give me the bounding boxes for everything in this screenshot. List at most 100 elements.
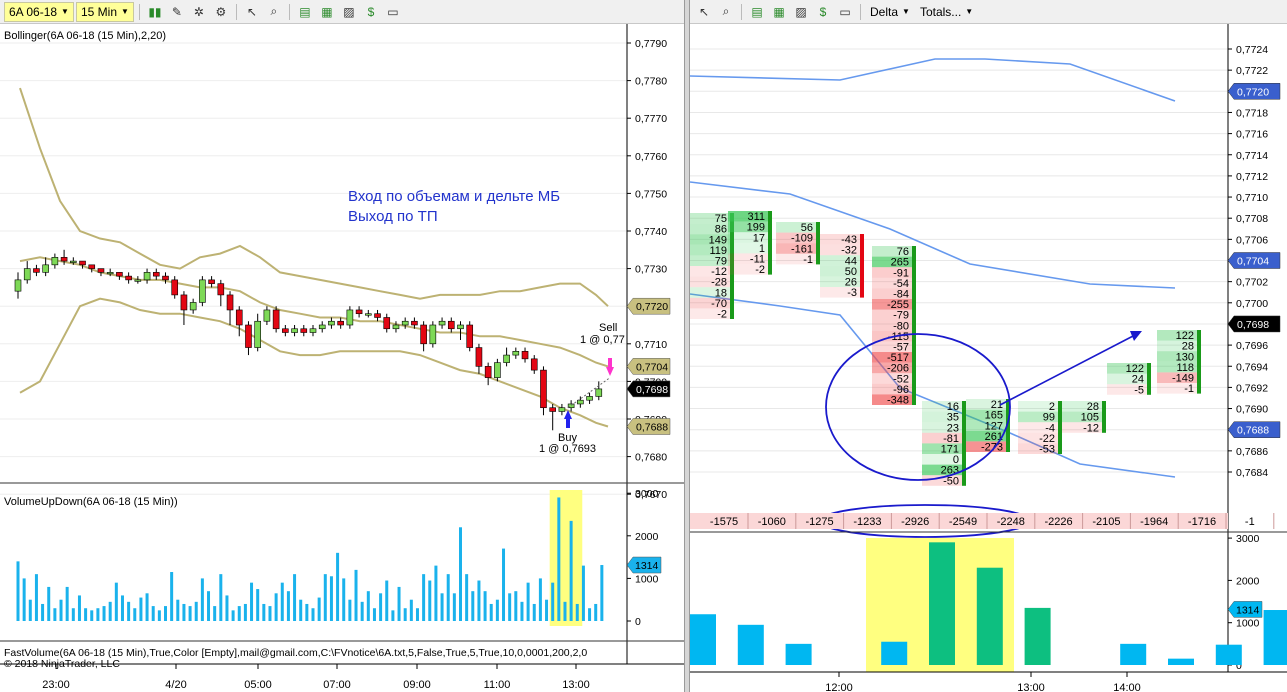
dom-icon[interactable]: ▦ <box>317 3 337 21</box>
volume-bar <box>65 586 69 621</box>
dom-icon[interactable]: ▦ <box>769 3 789 21</box>
time-tick-label: 23:00 <box>42 679 70 691</box>
dollar-icon[interactable]: $ <box>813 3 833 21</box>
chart-trader-icon[interactable]: ▤ <box>747 3 767 21</box>
interval-select[interactable]: 15 Min ▼ <box>75 1 134 22</box>
candle-body <box>365 313 372 316</box>
volume-bar <box>1263 610 1287 665</box>
right-chart-panel: ↖ ⌕ ▤ ▦ ▨ $ ▭ Delta ▼ Totals... ▼ 0,7724 0,… <box>690 0 1287 692</box>
volume-bar <box>415 608 419 621</box>
dollar-icon[interactable]: $ <box>361 3 381 21</box>
totals-select[interactable]: Totals... ▼ <box>916 5 977 19</box>
footprint-candle-bar <box>1058 401 1062 454</box>
volume-bar <box>47 586 51 621</box>
price-tick-label: 0,7686 <box>1236 446 1268 458</box>
properties-icon[interactable]: ▭ <box>835 3 855 21</box>
candle-body <box>125 275 132 281</box>
chart-trader-icon[interactable]: ▤ <box>295 3 315 21</box>
footprint-candle-bar <box>816 222 820 265</box>
volume-bar <box>563 601 567 621</box>
volume-bar <box>881 641 908 665</box>
price-tick-label: 0,7690 <box>1236 404 1268 416</box>
candle-body <box>337 320 344 326</box>
volume-bar <box>200 578 204 621</box>
volume-bar <box>207 591 211 621</box>
price-tick-label: 0,7702 <box>1236 277 1268 289</box>
volume-bar <box>446 574 450 621</box>
volume-bar <box>434 565 438 621</box>
footprint-candle-bar <box>912 246 916 405</box>
indicator-icon[interactable]: ✲ <box>189 3 209 21</box>
volume-bar <box>213 606 217 621</box>
delta-total-value: -1233 <box>853 516 881 528</box>
candle-body <box>309 328 317 333</box>
instrument-select[interactable]: 6A 06-18 ▼ <box>4 1 74 22</box>
image-icon[interactable]: ▨ <box>791 3 811 21</box>
candle-body <box>549 407 556 412</box>
candle-body <box>14 279 22 292</box>
price-tick-label: 0,7706 <box>1236 234 1268 246</box>
candle-body <box>540 369 547 409</box>
volume-tick-label: 1000 <box>635 573 659 585</box>
footprint-candle-bar <box>1197 330 1201 394</box>
candle-body <box>42 264 49 273</box>
volume-bar <box>342 578 346 621</box>
candle-body <box>512 351 520 356</box>
volume-bar <box>274 593 278 621</box>
volume-bar <box>929 542 955 665</box>
volume-bar <box>379 593 383 621</box>
footprint-value: -53 <box>1039 444 1055 456</box>
volume-bar <box>194 601 198 621</box>
price-tick-label: 0,7722 <box>1236 65 1268 77</box>
candle-body <box>401 320 409 326</box>
right-chart-canvas: 0,7724 0,7722 0,7720 0,7718 0,7716 0,7714 0,77… <box>690 24 1287 692</box>
strategy-icon[interactable]: ⚙ <box>211 3 231 21</box>
volume-bar <box>71 608 75 621</box>
price-marker-label: 0,7704 <box>1237 256 1269 268</box>
volume-marker-label: 1314 <box>1236 604 1260 616</box>
volume-bar <box>594 603 598 621</box>
candle-body <box>180 294 188 311</box>
zoom-icon[interactable]: ⌕ <box>716 3 736 21</box>
candle-body <box>503 354 510 363</box>
time-tick-label: 4/20 <box>165 679 186 691</box>
volume-bar <box>502 548 506 621</box>
instrument-value: 6A 06-18 <box>9 4 58 19</box>
price-tick-label: 0,7700 <box>1236 298 1268 310</box>
volume-bar <box>391 610 395 621</box>
candle-body <box>33 268 40 273</box>
price-tick-label: 0,7740 <box>635 226 667 238</box>
time-tick-label: 11:00 <box>484 679 511 691</box>
candle-body <box>530 358 538 371</box>
price-tick-label: 0,7760 <box>635 151 667 163</box>
volume-bar <box>1215 644 1242 665</box>
footprint-candle-bar <box>1147 363 1151 395</box>
candle-body <box>226 294 234 311</box>
candle-body <box>282 328 289 333</box>
volume-bar <box>182 603 186 621</box>
interval-value: 15 Min <box>80 4 117 19</box>
volume-bar <box>452 593 456 621</box>
candle-body <box>521 351 529 360</box>
sell-detail: 1 @ 0,77 <box>580 334 625 346</box>
price-marker-label: 0,7720 <box>1237 86 1269 98</box>
volume-bar <box>1024 607 1051 665</box>
candle-body <box>420 324 427 345</box>
volume-bar <box>256 589 260 621</box>
price-tick-label: 0,7718 <box>1236 107 1268 119</box>
zoom-icon[interactable]: ⌕ <box>264 3 284 21</box>
cursor-icon[interactable]: ↖ <box>242 3 262 21</box>
footprint-value: -348 <box>887 395 909 407</box>
cursor-icon[interactable]: ↖ <box>694 3 714 21</box>
volume-bar <box>557 497 561 621</box>
pencil-icon[interactable]: ✎ <box>167 3 187 21</box>
candle-body <box>60 257 68 262</box>
delta-mode-select[interactable]: Delta ▼ <box>866 5 914 19</box>
volume-bar <box>459 527 462 621</box>
volume-bar <box>22 578 26 621</box>
footprint-value: -2 <box>717 309 727 321</box>
volume-bar <box>348 599 352 621</box>
image-icon[interactable]: ▨ <box>339 3 359 21</box>
bar-type-icon[interactable]: ▮▮ <box>145 3 165 21</box>
properties-icon[interactable]: ▭ <box>383 3 403 21</box>
